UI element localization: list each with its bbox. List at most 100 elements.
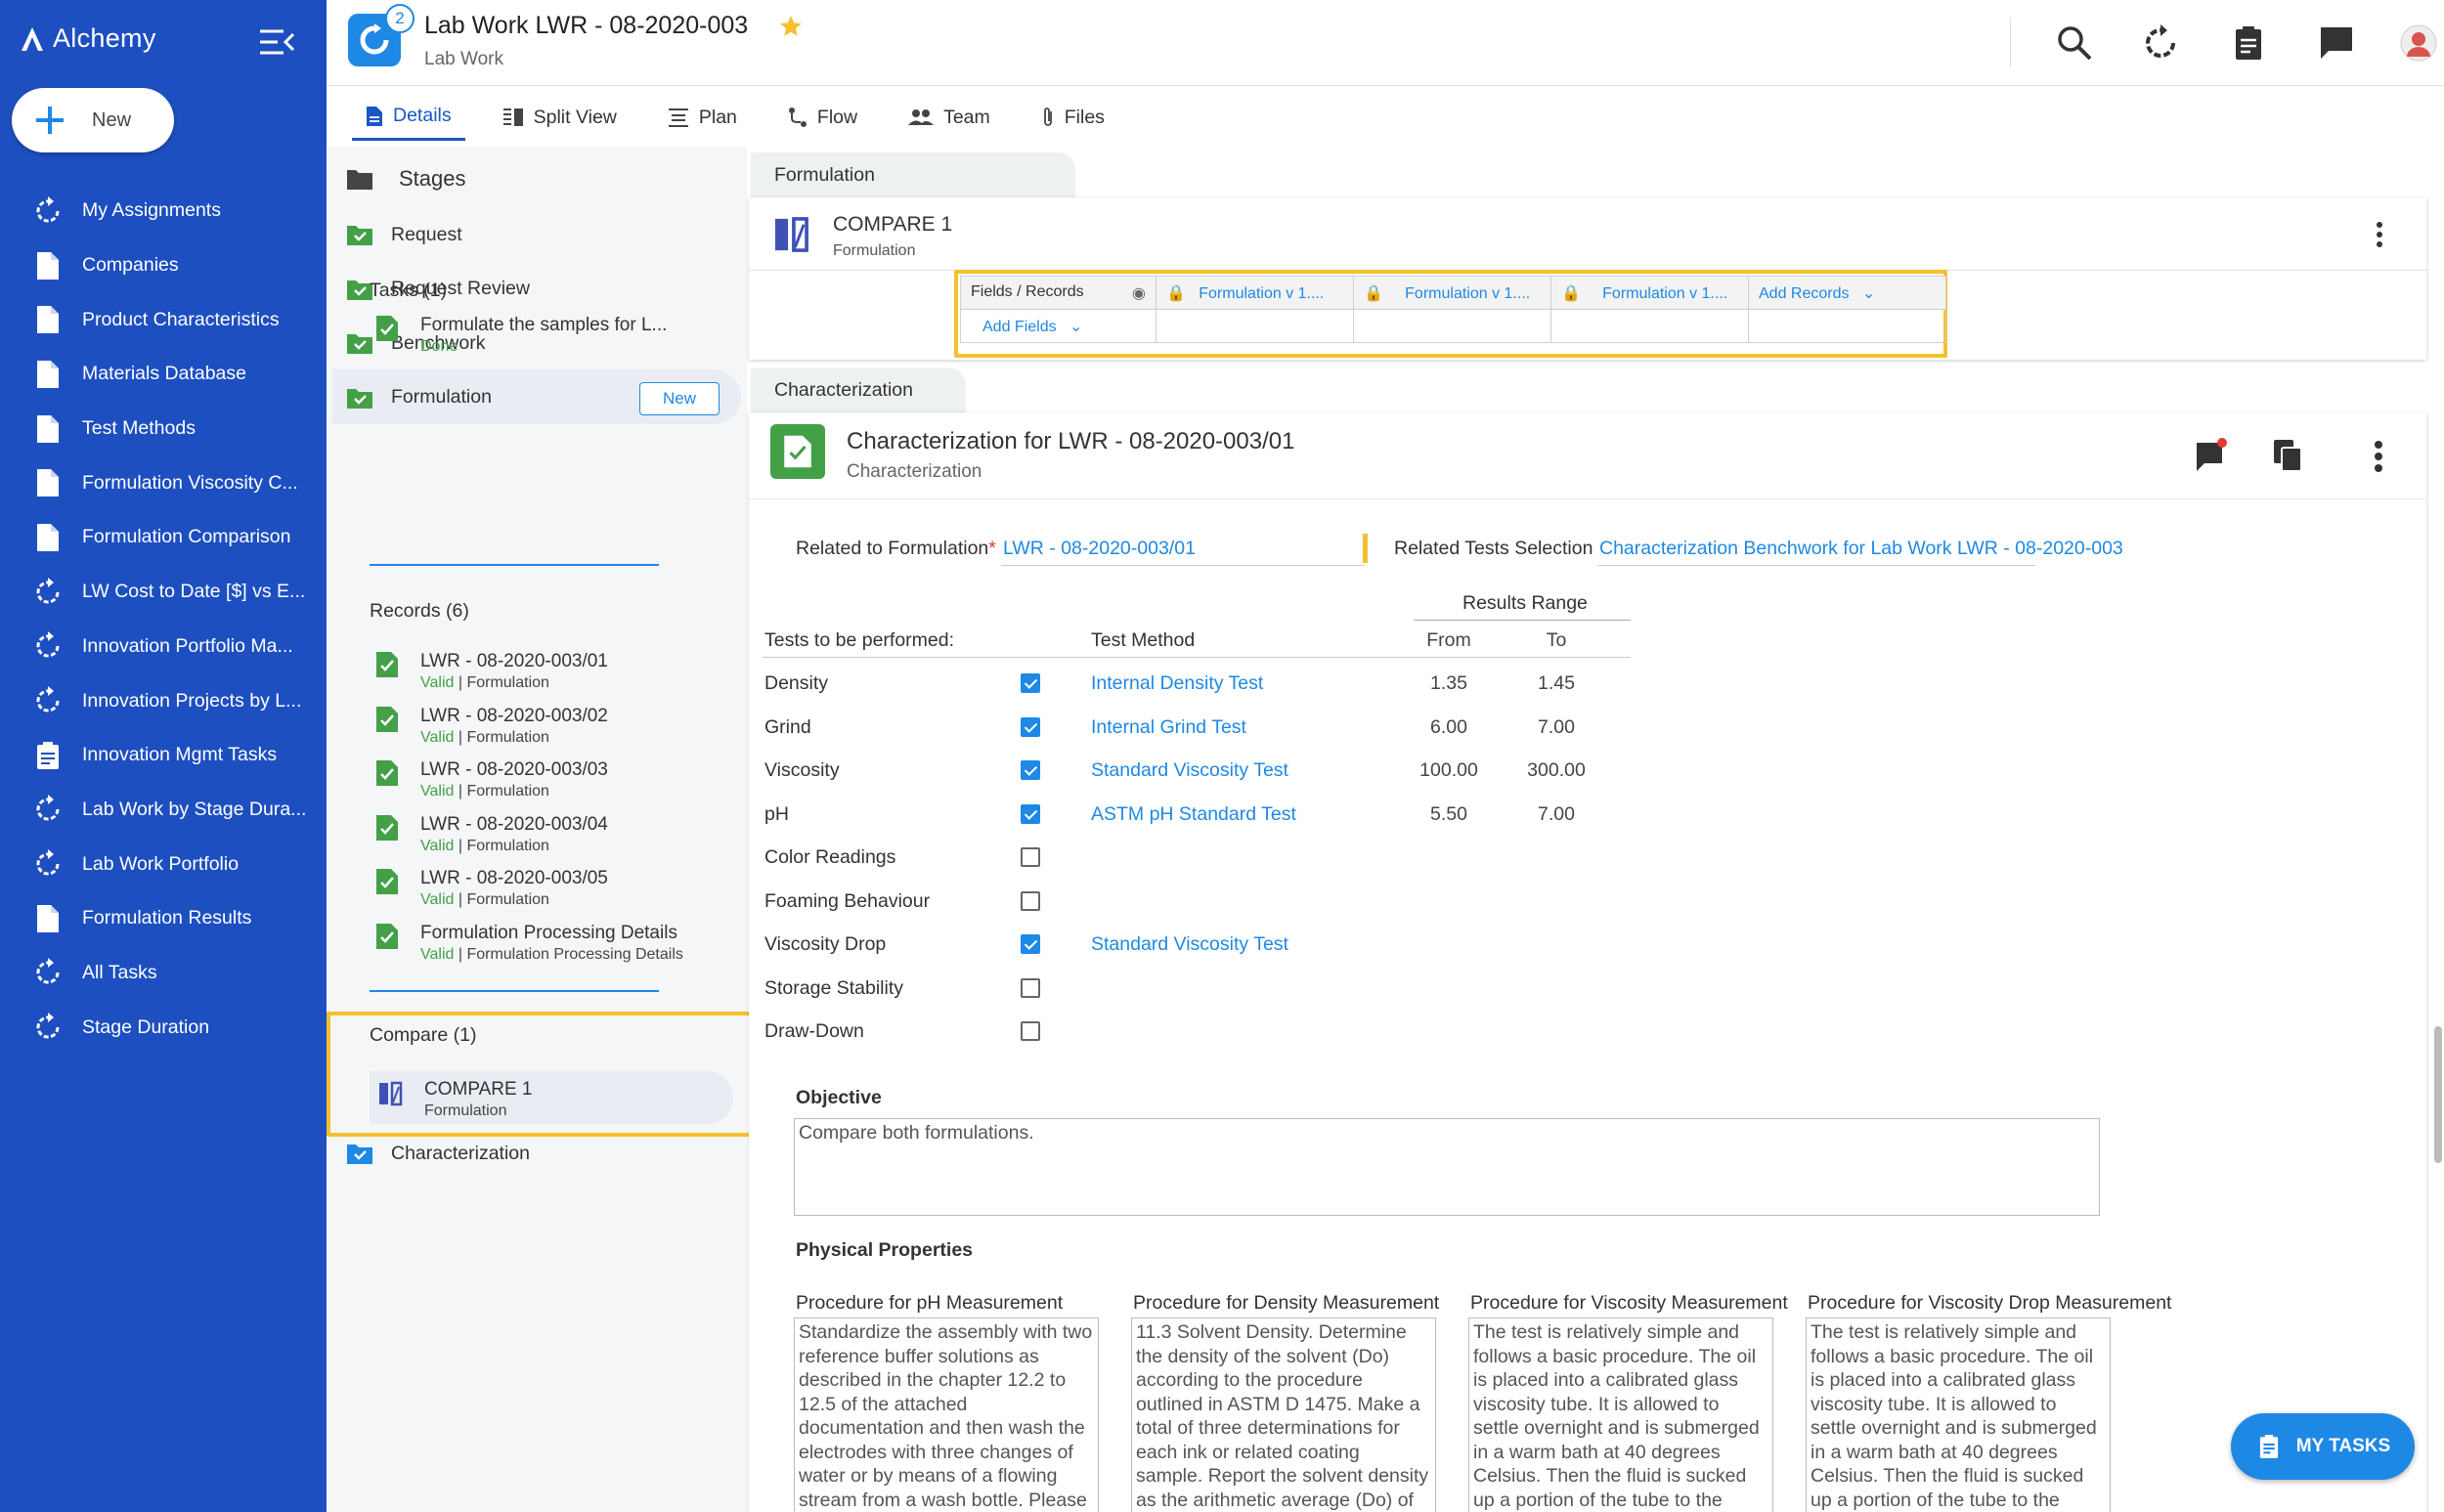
nav-item[interactable]: Product Characteristics [0, 292, 327, 347]
procedure-textarea[interactable]: Standardize the assembly with two refere… [794, 1318, 1099, 1512]
task-status: Done [420, 338, 458, 355]
procedure-textarea[interactable]: The test is relatively simple and follow… [1806, 1318, 2111, 1512]
document-icon [366, 106, 383, 127]
characterization-section-tab[interactable]: Characterization [751, 367, 966, 412]
nav-item[interactable]: LW Cost to Date [$] vs E... [0, 565, 327, 620]
test-method-link[interactable]: Internal Density Test [1091, 672, 1263, 695]
test-checkbox[interactable] [1021, 803, 1040, 824]
chat-icon[interactable] [2317, 23, 2356, 63]
test-checkbox[interactable] [1021, 890, 1040, 911]
procedure-label: Procedure for pH Measurement [796, 1292, 1064, 1314]
nav-item[interactable]: Innovation Projects by L... [0, 673, 327, 728]
test-checkbox[interactable] [1021, 1021, 1040, 1041]
nav-item-label: Lab Work Portfolio [82, 852, 240, 875]
nav-item[interactable]: My Assignments [0, 184, 327, 238]
eye-icon[interactable]: ◉ [1132, 283, 1146, 303]
more-vert-icon[interactable] [2374, 440, 2383, 473]
new-button[interactable]: New [12, 88, 174, 152]
stage-new-chip[interactable]: New [639, 382, 720, 415]
test-checkbox[interactable] [1021, 760, 1040, 780]
nav-item[interactable]: Formulation Viscosity C... [0, 455, 327, 510]
record-column-header[interactable]: 🔒 Formulation v 1.... [1550, 276, 1749, 310]
brand-logo[interactable]: Alchemy [20, 23, 156, 54]
test-name: Color Readings [764, 846, 896, 868]
nav-item[interactable]: Innovation Mgmt Tasks [0, 728, 327, 783]
search-icon[interactable] [2055, 23, 2094, 63]
related-formulation-link[interactable]: LWR - 08-2020-003/01 [1003, 538, 1196, 560]
record-item[interactable]: Formulation Processing Details Valid | Fo… [375, 923, 683, 964]
test-checkbox[interactable] [1021, 716, 1040, 737]
tab-files[interactable]: Files [1027, 94, 1118, 141]
tab-flow[interactable]: Flow [774, 94, 871, 141]
favorite-star-icon[interactable] [778, 14, 804, 39]
record-column-header[interactable]: 🔒 Formulation v 1.... [1353, 276, 1551, 310]
objective-label: Objective [796, 1087, 882, 1108]
test-method-link[interactable]: Standard Viscosity Test [1091, 759, 1288, 782]
test-checkbox[interactable] [1021, 977, 1040, 998]
record-item[interactable]: LWR - 08-2020-003/03 Valid | Formulation [375, 759, 608, 800]
add-records-dropdown[interactable]: Add Records ⌄ [1748, 276, 1946, 310]
left-navigation: Alchemy New My Assignments Companies Produ… [0, 0, 327, 1512]
test-method-link[interactable]: Internal Grind Test [1091, 716, 1246, 739]
nav-item[interactable]: Lab Work Portfolio [0, 837, 327, 891]
test-checkbox[interactable] [1021, 847, 1040, 867]
avatar[interactable] [2399, 23, 2438, 63]
folder-check-icon [347, 226, 372, 245]
tab-plan[interactable]: Plan [654, 94, 751, 141]
nav-item[interactable]: Formulation Results [0, 891, 327, 946]
task-name: Formulate the samples for L... [420, 315, 668, 335]
test-method-link[interactable]: ASTM pH Standard Test [1091, 803, 1296, 826]
record-item[interactable]: LWR - 08-2020-003/04 Valid | Formulation [375, 814, 608, 855]
test-checkbox[interactable] [1021, 673, 1040, 693]
copy-icon[interactable] [2272, 438, 2305, 473]
tab-team[interactable]: Team [895, 94, 1004, 141]
nav-item[interactable]: All Tasks [0, 946, 327, 1001]
menu-collapse-icon[interactable] [258, 27, 295, 57]
nav-item[interactable]: Materials Database [0, 347, 327, 402]
nav-item[interactable]: Formulation Comparison [0, 510, 327, 565]
procedure-textarea[interactable]: 11.3 Solvent Density. Determine the dens… [1131, 1318, 1436, 1512]
more-vert-icon[interactable] [2376, 221, 2383, 248]
clipboard-icon [2259, 1435, 2278, 1458]
cycle-icon[interactable] [2141, 23, 2180, 63]
objective-textarea[interactable]: Compare both formulations. [794, 1118, 2100, 1216]
task-item[interactable]: Formulate the samples for L... Done [375, 315, 667, 356]
related-tests-link[interactable]: Characterization Benchwork for Lab Work … [1599, 538, 2123, 560]
tab-details[interactable]: Details [352, 94, 465, 141]
test-checkbox[interactable] [1021, 934, 1040, 954]
range-from-value: 100.00 [1419, 759, 1478, 781]
tab-split-view[interactable]: Split View [489, 94, 631, 141]
nav-item-label: All Tasks [82, 961, 157, 983]
range-from-value: 5.50 [1430, 802, 1467, 825]
clipboard-icon[interactable] [2229, 23, 2268, 63]
fields-records-header: Fields / Records ◉ [960, 276, 1157, 310]
nav-item[interactable]: Companies [0, 238, 327, 293]
record-item[interactable]: LWR - 08-2020-003/05 Valid | Formulation [375, 868, 608, 909]
nav-item[interactable]: Innovation Portfolio Ma... [0, 620, 327, 674]
nav-item[interactable]: Test Methods [0, 402, 327, 456]
record-item[interactable]: LWR - 08-2020-003/01 Valid | Formulation [375, 651, 608, 692]
record-valid-icon [376, 869, 398, 894]
test-method-link[interactable]: Standard Viscosity Test [1091, 933, 1288, 956]
compare-item[interactable]: COMPARE 1 Formulation [377, 1079, 533, 1120]
cycle-icon [33, 958, 63, 987]
record-column-header[interactable]: 🔒 Formulation v 1.... [1156, 276, 1354, 310]
record-valid-icon [376, 923, 398, 949]
record-item[interactable]: LWR - 08-2020-003/02 Valid | Formulation [375, 706, 608, 747]
scrollbar[interactable] [2434, 1026, 2442, 1163]
stage-item[interactable]: Formulation [346, 386, 492, 410]
formulation-section-tab[interactable]: Formulation [751, 152, 1075, 197]
add-fields-dropdown[interactable]: Add Fields ⌄ [960, 309, 1157, 343]
nav-item[interactable]: Lab Work by Stage Dura... [0, 783, 327, 838]
comment-flag-icon[interactable] [2194, 438, 2229, 473]
empty-cell [1550, 309, 1749, 343]
my-tasks-button[interactable]: MY TASKS [2231, 1413, 2415, 1480]
nav-item-label: Innovation Projects by L... [82, 689, 302, 712]
stage-item[interactable]: Request [346, 223, 462, 246]
record-type: | Formulation [458, 837, 549, 854]
stage-characterization[interactable]: Characterization [346, 1142, 530, 1165]
field-underline [1001, 565, 1365, 566]
procedure-textarea[interactable]: The test is relatively simple and follow… [1468, 1318, 1773, 1512]
test-method-column-header: Test Method [1091, 629, 1196, 651]
nav-item[interactable]: Stage Duration [0, 1000, 327, 1055]
